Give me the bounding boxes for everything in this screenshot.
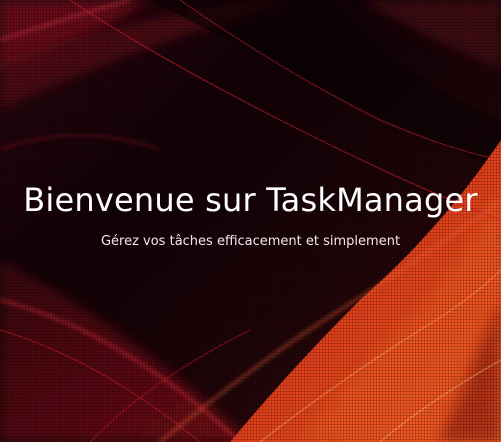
hero-subtitle: Gérez vos tâches efficacement et simplem… bbox=[100, 234, 401, 249]
hero-title: Bienvenue sur TaskManager bbox=[23, 181, 478, 219]
hero-section: Bienvenue sur TaskManager Gérez vos tâch… bbox=[0, 0, 501, 442]
